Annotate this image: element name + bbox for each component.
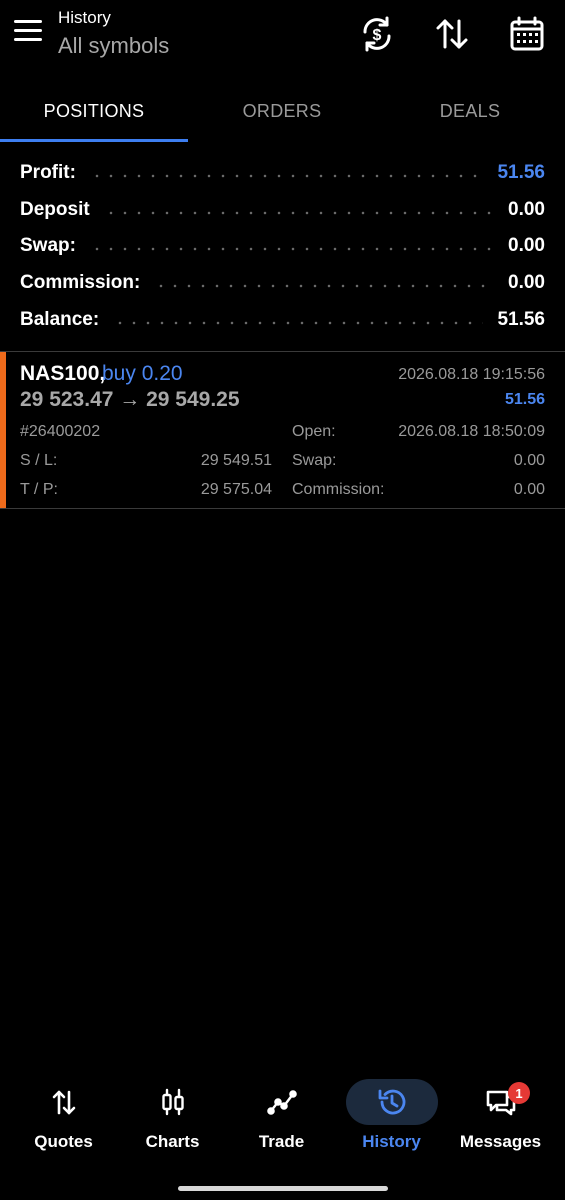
summary-commission-row: Commission: 0.00 [20, 266, 545, 300]
nav-messages[interactable]: 1 Messages [444, 1070, 557, 1170]
balance-label: Balance: [20, 309, 100, 330]
tp-label: T / P: [20, 481, 58, 498]
nav-charts[interactable]: Charts [116, 1070, 229, 1170]
position-accent-bar [0, 352, 6, 508]
tp-value: 29 575.04 [200, 481, 272, 498]
swap-value: 0.00 [513, 452, 545, 469]
swap-label: Swap: [292, 452, 337, 469]
summary-balance-row: Balance: 51.56 [20, 303, 545, 337]
dotted-leader [89, 174, 484, 178]
candlestick-icon [157, 1086, 189, 1118]
bottom-navigation: Quotes Charts Trade History 1 Messages [0, 1070, 565, 1170]
page-title: History [58, 8, 111, 27]
balance-value: 51.56 [497, 309, 545, 330]
dotted-leader [154, 284, 495, 288]
home-indicator[interactable] [178, 1186, 388, 1191]
profit-label: Profit: [20, 162, 76, 183]
tab-positions[interactable]: POSITIONS [0, 80, 188, 142]
dotted-leader [89, 247, 495, 251]
trade-line-icon [266, 1086, 298, 1118]
dotted-leader [113, 321, 484, 325]
dotted-leader [103, 211, 495, 215]
nav-history-label: History [362, 1132, 421, 1151]
currency-refresh-icon[interactable]: $ [357, 14, 397, 54]
profit-value: 51.56 [497, 162, 545, 183]
divider [0, 508, 565, 509]
tab-orders[interactable]: ORDERS [188, 80, 376, 142]
open-time: 2026.08.18 18:50:09 [398, 423, 545, 440]
nav-history[interactable]: History [335, 1070, 448, 1170]
history-tabs: POSITIONS ORDERS DEALS [0, 80, 565, 142]
swap-label: Swap: [20, 235, 76, 256]
open-label: Open: [292, 423, 336, 440]
calendar-icon[interactable] [507, 14, 547, 54]
app-header: History All symbols $ [0, 0, 565, 80]
symbol-filter[interactable]: All symbols [58, 33, 169, 59]
position-type: buy 0.20 [102, 362, 183, 385]
deposit-value: 0.00 [508, 199, 545, 220]
messages-badge: 1 [508, 1082, 530, 1104]
swap-value: 0.00 [508, 235, 545, 256]
nav-charts-label: Charts [145, 1132, 200, 1151]
deposit-label: Deposit [20, 199, 90, 220]
nav-messages-label: Messages [459, 1132, 542, 1151]
commission-label: Commission: [20, 272, 141, 293]
position-profit: 51.56 [504, 391, 545, 408]
position-symbol: NAS100, [20, 362, 106, 385]
tab-deals[interactable]: DEALS [376, 80, 564, 142]
commission-value: 0.00 [508, 272, 545, 293]
sort-icon[interactable] [432, 14, 472, 54]
quotes-arrows-icon [48, 1086, 80, 1118]
menu-icon[interactable] [14, 20, 44, 46]
commission-label: Commission: [292, 481, 385, 498]
position-prices: 29 523.47 → 29 549.25 [20, 388, 240, 411]
sl-value: 29 549.51 [200, 452, 272, 469]
position-close-time: 2026.08.18 19:15:56 [398, 366, 545, 383]
nav-trade[interactable]: Trade [225, 1070, 338, 1170]
sl-label: S / L: [20, 452, 58, 469]
summary-swap-row: Swap: 0.00 [20, 229, 545, 263]
summary-deposit-row: Deposit 0.00 [20, 193, 545, 227]
nav-quotes[interactable]: Quotes [7, 1070, 120, 1170]
history-clock-icon [376, 1086, 408, 1118]
nav-trade-label: Trade [258, 1132, 305, 1151]
active-tab-indicator [0, 139, 188, 142]
summary-profit-row: Profit: 51.56 [20, 156, 545, 190]
position-item[interactable]: NAS100, buy 0.20 2026.08.18 19:15:56 29 … [0, 352, 565, 508]
nav-quotes-label: Quotes [34, 1132, 93, 1151]
position-ticket: #26400202 [20, 423, 101, 440]
commission-value: 0.00 [513, 481, 545, 498]
svg-text:$: $ [373, 27, 382, 44]
